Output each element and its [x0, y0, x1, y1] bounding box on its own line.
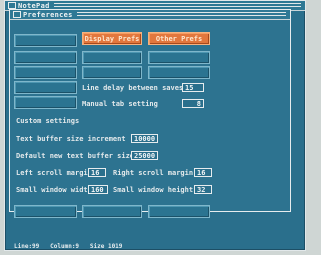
custom-settings-header: Custom settings: [16, 117, 80, 125]
right-margin-label: Right scroll margin: [113, 169, 194, 177]
close-gadget-icon[interactable]: [8, 2, 16, 9]
left-margin-field[interactable]: 16: [88, 168, 106, 177]
status-bar: Line:99 Column:9 Size 1019: [14, 243, 122, 250]
tab-other-prefs[interactable]: Other Prefs: [148, 32, 210, 45]
right-margin-field[interactable]: 16: [194, 168, 212, 177]
small-width-label: Small window width: [16, 186, 92, 194]
option-button[interactable]: [148, 51, 210, 64]
option-button[interactable]: [14, 51, 77, 64]
option-button[interactable]: [14, 81, 77, 94]
preferences-titlebar[interactable]: Preferences: [10, 10, 290, 20]
small-height-label: Small window height: [113, 186, 194, 194]
close-gadget-icon[interactable]: [13, 11, 21, 18]
option-button[interactable]: [148, 66, 210, 79]
cancel-button[interactable]: [148, 205, 210, 218]
status-line: Line:99: [14, 243, 40, 250]
manual-tab-label: Manual tab setting: [82, 100, 158, 108]
small-width-field[interactable]: 160: [88, 185, 108, 194]
line-delay-field[interactable]: 15: [182, 83, 204, 92]
small-height-field[interactable]: 32: [194, 185, 212, 194]
manual-tab-field[interactable]: 8: [182, 99, 204, 108]
drag-bar[interactable]: [76, 12, 286, 17]
drag-bar[interactable]: [53, 3, 301, 8]
left-margin-label: Left scroll margin: [16, 169, 92, 177]
default-buffer-field[interactable]: 25000: [131, 151, 158, 160]
use-button[interactable]: [82, 205, 142, 218]
status-column: Column:9: [50, 243, 80, 250]
status-size: Size 1019: [89, 243, 123, 250]
line-delay-label: Line delay between saves: [82, 84, 184, 92]
tab-general[interactable]: [14, 34, 77, 47]
option-button[interactable]: [14, 96, 77, 109]
option-button[interactable]: [82, 66, 142, 79]
save-button[interactable]: [14, 205, 77, 218]
option-button[interactable]: [82, 51, 142, 64]
preferences-title: Preferences: [23, 10, 73, 19]
default-buffer-label: Default new text buffer size: [16, 152, 135, 160]
option-button[interactable]: [14, 66, 77, 79]
text-buffer-label: Text buffer size increment: [16, 135, 126, 143]
text-buffer-field[interactable]: 10000: [131, 134, 158, 143]
tab-display-prefs[interactable]: Display Prefs: [82, 32, 142, 45]
